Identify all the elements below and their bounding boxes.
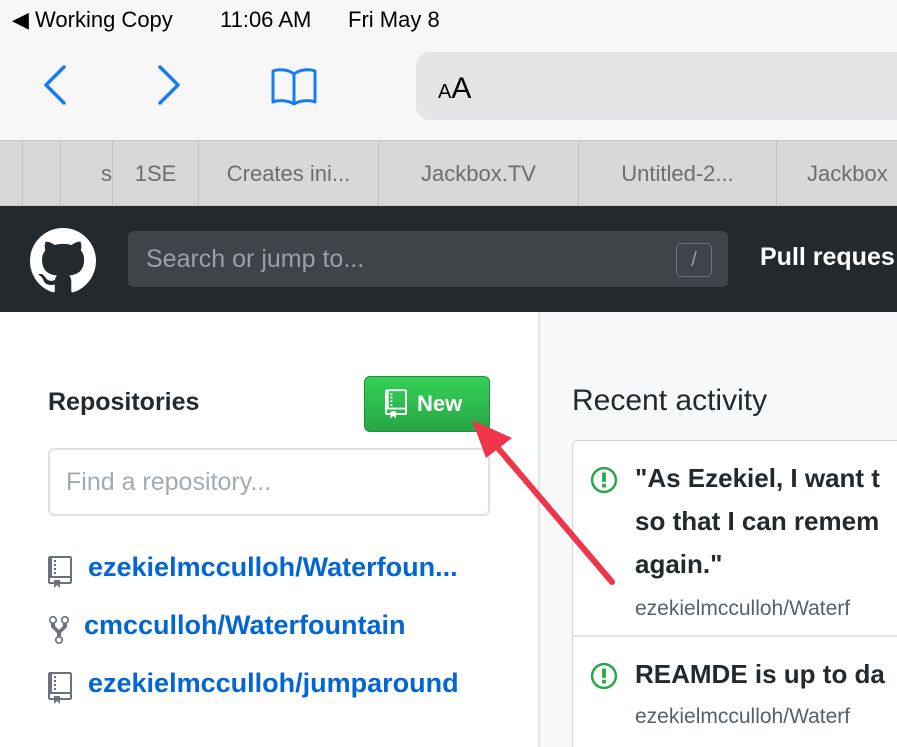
tab-label: 1SE (134, 161, 177, 186)
tab-blank[interactable] (22, 141, 60, 205)
bookmarks-book-icon[interactable] (270, 66, 318, 111)
github-search-box: / (128, 231, 728, 287)
forward-chevron-icon[interactable] (154, 64, 184, 111)
github-header: / Pull reques (0, 206, 897, 312)
activity-item[interactable]: "As Ezekiel, I want t so that I can reme… (573, 441, 897, 635)
activity-item[interactable]: REAMDE is up to da ezekielmcculloh/Water… (573, 637, 897, 747)
status-bar: ◀ Working Copy 11:06 AM Fri May 8 (0, 0, 897, 40)
nav-pull-requests-link[interactable]: Pull reques (760, 243, 895, 272)
activity-repo-name[interactable]: ezekielmcculloh/Waterf (635, 705, 850, 729)
repositories-heading: Repositories (48, 388, 200, 416)
reader-text-size-button[interactable]: AAAA (438, 72, 471, 106)
repo-icon (48, 672, 72, 709)
status-date: Fri May 8 (348, 7, 440, 32)
back-to-app-link[interactable]: ◀ Working Copy (12, 7, 173, 33)
activity-title-line: again." (635, 549, 723, 579)
issue-opened-icon (589, 465, 619, 500)
fork-icon (48, 614, 70, 651)
find-repository-input[interactable] (48, 448, 490, 516)
tab-label: s (101, 161, 112, 186)
repo-link[interactable]: ezekielmcculloh/Waterfoun... (88, 552, 458, 583)
repo-link[interactable]: ezekielmcculloh/jumparound (88, 668, 459, 699)
activity-title-line: so that I can remem (635, 506, 880, 536)
browser-tab-strip: s 1SE Creates ini... Jackbox.TV Untitled… (0, 140, 897, 206)
issue-opened-icon (589, 661, 619, 696)
activity-title-line: "As Ezekiel, I want t (635, 463, 880, 493)
dashboard-main: Repositories New ezekielmcculloh/Waterfo… (0, 312, 897, 747)
tab-label: Untitled-2... (621, 161, 734, 186)
recent-activity-panel: Recent activity "As Ezekiel, I want t so… (540, 312, 897, 747)
repo-link[interactable]: cmcculloh/Waterfountain (84, 610, 406, 641)
tab-1[interactable]: 1SE (112, 141, 198, 205)
tab-label: Creates ini... (226, 161, 351, 186)
back-chevron-icon[interactable] (40, 64, 70, 111)
new-repository-button[interactable]: New (364, 376, 490, 432)
repo-icon (385, 389, 407, 425)
tab-0[interactable]: s (60, 141, 112, 205)
search-input[interactable] (144, 239, 664, 279)
status-time: 11:06 AM (220, 7, 312, 32)
slash-shortcut-badge: / (676, 243, 712, 277)
tab-2[interactable]: Creates ini... (198, 141, 378, 205)
activity-repo-name[interactable]: ezekielmcculloh/Waterf (635, 597, 850, 621)
recent-activity-heading: Recent activity (572, 384, 768, 417)
tab-3[interactable]: Jackbox.TV (378, 141, 578, 205)
github-octocat-logo-icon[interactable] (30, 228, 96, 294)
browser-toolbar: AAAA (0, 40, 897, 140)
activity-list: "As Ezekiel, I want t so that I can reme… (572, 440, 897, 747)
tab-label: Jackbox (807, 161, 888, 186)
tab-5[interactable]: Jackbox (776, 141, 897, 205)
activity-title-line: REAMDE is up to da (635, 659, 885, 689)
address-bar[interactable]: AAAA (416, 52, 897, 120)
tab-4[interactable]: Untitled-2... (578, 141, 776, 205)
repositories-sidebar: Repositories New ezekielmcculloh/Waterfo… (0, 312, 538, 747)
new-button-label: New (417, 391, 463, 416)
repo-icon (48, 556, 72, 593)
tab-label: Jackbox.TV (421, 161, 536, 186)
